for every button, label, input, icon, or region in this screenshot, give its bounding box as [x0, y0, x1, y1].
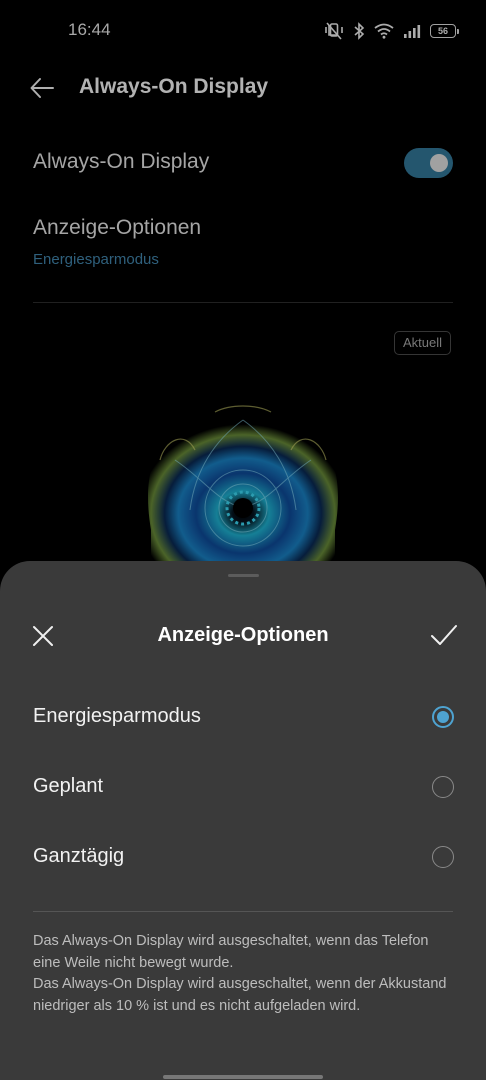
radio-button[interactable]	[432, 846, 454, 868]
option-label: Ganztägig	[33, 845, 125, 867]
battery-icon: 56	[430, 24, 459, 38]
aod-setting-label: Always-On Display	[33, 150, 210, 173]
confirm-check-icon[interactable]	[429, 621, 459, 651]
aod-toggle[interactable]	[404, 148, 453, 178]
toggle-knob	[430, 154, 448, 172]
status-time: 16:44	[68, 20, 111, 39]
option-label: Geplant	[33, 775, 104, 797]
home-indicator[interactable]	[163, 1075, 323, 1079]
radio-button[interactable]	[432, 776, 454, 798]
page-title: Always-On Display	[79, 75, 269, 98]
radio-button-selected[interactable]	[432, 706, 454, 728]
divider	[33, 911, 453, 912]
display-options-value: Energiesparmodus	[33, 251, 159, 268]
divider	[33, 302, 453, 303]
display-options-label[interactable]: Anzeige-Optionen	[33, 216, 201, 240]
sheet-title: Anzeige-Optionen	[157, 624, 329, 646]
option-row-energiesparmodus[interactable]: Energiesparmodus	[0, 688, 486, 748]
description-line: Das Always-On Display wird ausgeschaltet…	[33, 933, 429, 971]
option-row-ganztaegig[interactable]: Ganztägig	[0, 828, 486, 888]
display-options-sheet: Anzeige-Optionen Energiesparmodus Geplan…	[0, 561, 486, 1080]
mute-vibrate-icon	[324, 22, 344, 40]
status-bar: 16:44 56	[0, 0, 486, 60]
option-label: Energiesparmodus	[33, 705, 201, 727]
wifi-icon	[374, 23, 394, 39]
back-arrow-icon[interactable]	[28, 74, 56, 102]
cellular-signal-icon	[403, 24, 421, 38]
option-description: Das Always-On Display wird ausgeschaltet…	[33, 931, 453, 1017]
bluetooth-icon	[353, 22, 365, 40]
aod-preview-image[interactable]	[135, 400, 351, 570]
status-icons: 56	[324, 20, 459, 42]
current-badge: Aktuell	[394, 331, 452, 355]
sheet-drag-handle[interactable]	[228, 574, 259, 577]
description-line: Das Always-On Display wird ausgeschaltet…	[33, 976, 447, 1014]
option-row-geplant[interactable]: Geplant	[0, 758, 486, 818]
